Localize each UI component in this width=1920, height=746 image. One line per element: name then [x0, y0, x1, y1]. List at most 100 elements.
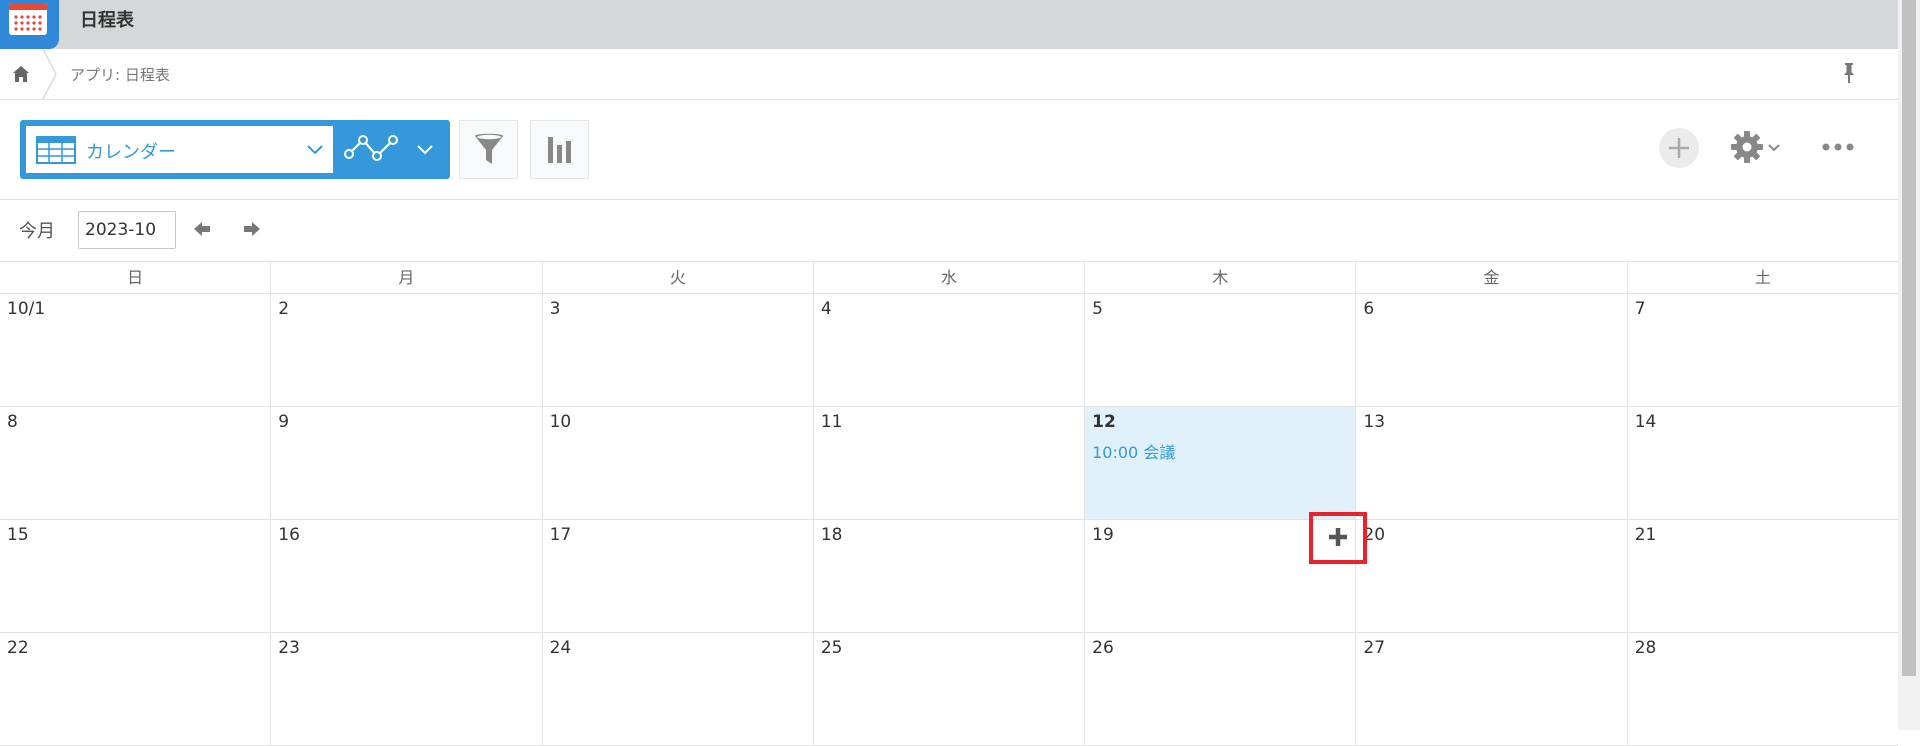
calendar-grid: 日 月 火 水 木 金 土 10/1 2 3 4 5 6 7 8 9 10 11… [0, 261, 1898, 746]
calendar-day[interactable]: 27 [1355, 633, 1626, 745]
vertical-scrollbar[interactable] [1898, 0, 1920, 730]
view-dropdown[interactable]: カレンダー [26, 126, 333, 173]
calendar-day[interactable]: 28 [1626, 633, 1898, 745]
day-number: 10/1 [7, 299, 46, 319]
filter-button[interactable] [459, 120, 518, 179]
day-number: 12 [1092, 412, 1116, 432]
weekday-thu: 木 [1084, 262, 1355, 293]
breadcrumb-separator-icon [42, 49, 57, 99]
day-number: 23 [278, 638, 300, 658]
calendar-day[interactable]: 13 [1355, 407, 1626, 519]
day-number: 4 [820, 299, 832, 319]
add-event-button[interactable] [1309, 512, 1367, 564]
graph-button[interactable] [530, 120, 589, 179]
calendar-day[interactable]: 23 [270, 633, 541, 745]
gear-chevron-down-icon[interactable] [1768, 144, 1780, 152]
calendar-day[interactable]: 10 [541, 407, 813, 519]
view-label: カレンダー [86, 142, 176, 163]
day-number: 25 [820, 638, 843, 658]
calendar-day[interactable]: 3 [541, 294, 813, 406]
day-number: 14 [1634, 412, 1657, 432]
day-number: 18 [820, 525, 843, 545]
calendar-day[interactable]: 6 [1355, 294, 1626, 406]
view-toolbar: カレンダー [0, 100, 1898, 200]
calendar-day[interactable]: 2 [270, 294, 541, 406]
day-number: 27 [1363, 638, 1386, 658]
bar-chart-icon [548, 137, 571, 163]
table-icon [36, 136, 76, 164]
day-number: 24 [549, 638, 572, 658]
day-number: 5 [1092, 299, 1103, 319]
app-header: 日程表 [0, 0, 1898, 49]
week-row: 15 16 17 18 19 20 21 [0, 520, 1898, 633]
day-number: 3 [549, 299, 561, 319]
calendar-day[interactable]: 4 [812, 294, 1084, 406]
this-month-button[interactable]: 今月 [19, 217, 55, 243]
weekday-fri: 金 [1355, 262, 1626, 293]
calendar-day[interactable]: 10/1 [0, 294, 270, 406]
day-number: 28 [1634, 638, 1657, 658]
calendar-navigation: 今月 [0, 200, 1898, 260]
app-title: 日程表 [80, 10, 134, 31]
graph-view-icon[interactable] [343, 132, 401, 166]
more-options-icon[interactable] [1822, 138, 1854, 156]
calendar-day[interactable]: 14 [1626, 407, 1898, 519]
calendar-day[interactable]: 22 [0, 633, 270, 745]
week-row: 22 23 24 25 26 27 28 [0, 633, 1898, 746]
calendar-day[interactable]: 25 [812, 633, 1084, 745]
calendar-day[interactable]: 21 [1626, 520, 1898, 632]
day-number: 16 [278, 525, 300, 545]
day-number: 21 [1634, 525, 1657, 545]
plus-icon [1669, 138, 1689, 158]
weekday-wed: 水 [812, 262, 1084, 293]
graph-chevron-down-icon[interactable] [416, 144, 434, 156]
month-input[interactable] [78, 211, 176, 249]
day-number: 17 [549, 525, 572, 545]
calendar-day[interactable]: 5 [1084, 294, 1355, 406]
day-number: 26 [1092, 638, 1114, 658]
calendar-day[interactable]: 15 [0, 520, 270, 632]
scrollbar-thumb[interactable] [1902, 0, 1916, 676]
calendar-day[interactable]: 20 [1355, 520, 1626, 632]
gear-icon[interactable] [1730, 130, 1764, 164]
day-number: 9 [278, 412, 290, 432]
arrow-right-icon[interactable] [243, 220, 261, 238]
weekday-sat: 土 [1626, 262, 1898, 293]
calendar-day[interactable]: 18 [812, 520, 1084, 632]
calendar-day[interactable]: 17 [541, 520, 813, 632]
pin-icon[interactable] [1840, 62, 1858, 84]
breadcrumb-app-link[interactable]: アプリ: 日程表 [70, 64, 170, 85]
day-number: 15 [7, 525, 29, 545]
event-item[interactable]: 10:00 会議 [1092, 439, 1175, 463]
week-row: 10/1 2 3 4 5 6 7 [0, 294, 1898, 407]
chevron-down-icon [307, 145, 323, 155]
filter-icon [475, 133, 503, 164]
weekday-header: 日 月 火 水 木 金 土 [0, 261, 1898, 294]
calendar-day[interactable]: 9 [270, 407, 541, 519]
day-number: 19 [1092, 525, 1114, 545]
calendar-app-icon[interactable] [0, 0, 59, 49]
calendar-day[interactable]: 26 [1084, 633, 1355, 745]
calendar-day[interactable]: 8 [0, 407, 270, 519]
plus-icon [1329, 528, 1347, 546]
calendar-day[interactable]: 11 [812, 407, 1084, 519]
weekday-tue: 火 [541, 262, 813, 293]
calendar-day[interactable]: 7 [1626, 294, 1898, 406]
day-number: 8 [7, 412, 18, 432]
day-number: 13 [1363, 412, 1386, 432]
home-icon[interactable] [12, 65, 30, 83]
add-record-button[interactable] [1659, 128, 1699, 168]
calendar-day[interactable]: 24 [541, 633, 813, 745]
weekday-sun: 日 [127, 268, 144, 287]
weekday-mon: 月 [270, 262, 541, 293]
day-number: 10 [549, 412, 572, 432]
week-row: 8 9 10 11 12 10:00 会議 13 14 [0, 407, 1898, 520]
calendar-day[interactable]: 16 [270, 520, 541, 632]
calendar-day-today[interactable]: 12 10:00 会議 [1084, 407, 1356, 519]
view-selector: カレンダー [20, 120, 450, 179]
day-number: 7 [1634, 299, 1646, 319]
day-number: 11 [820, 412, 843, 432]
arrow-left-icon[interactable] [193, 220, 211, 238]
day-number: 2 [278, 299, 290, 319]
day-number: 6 [1363, 299, 1375, 319]
